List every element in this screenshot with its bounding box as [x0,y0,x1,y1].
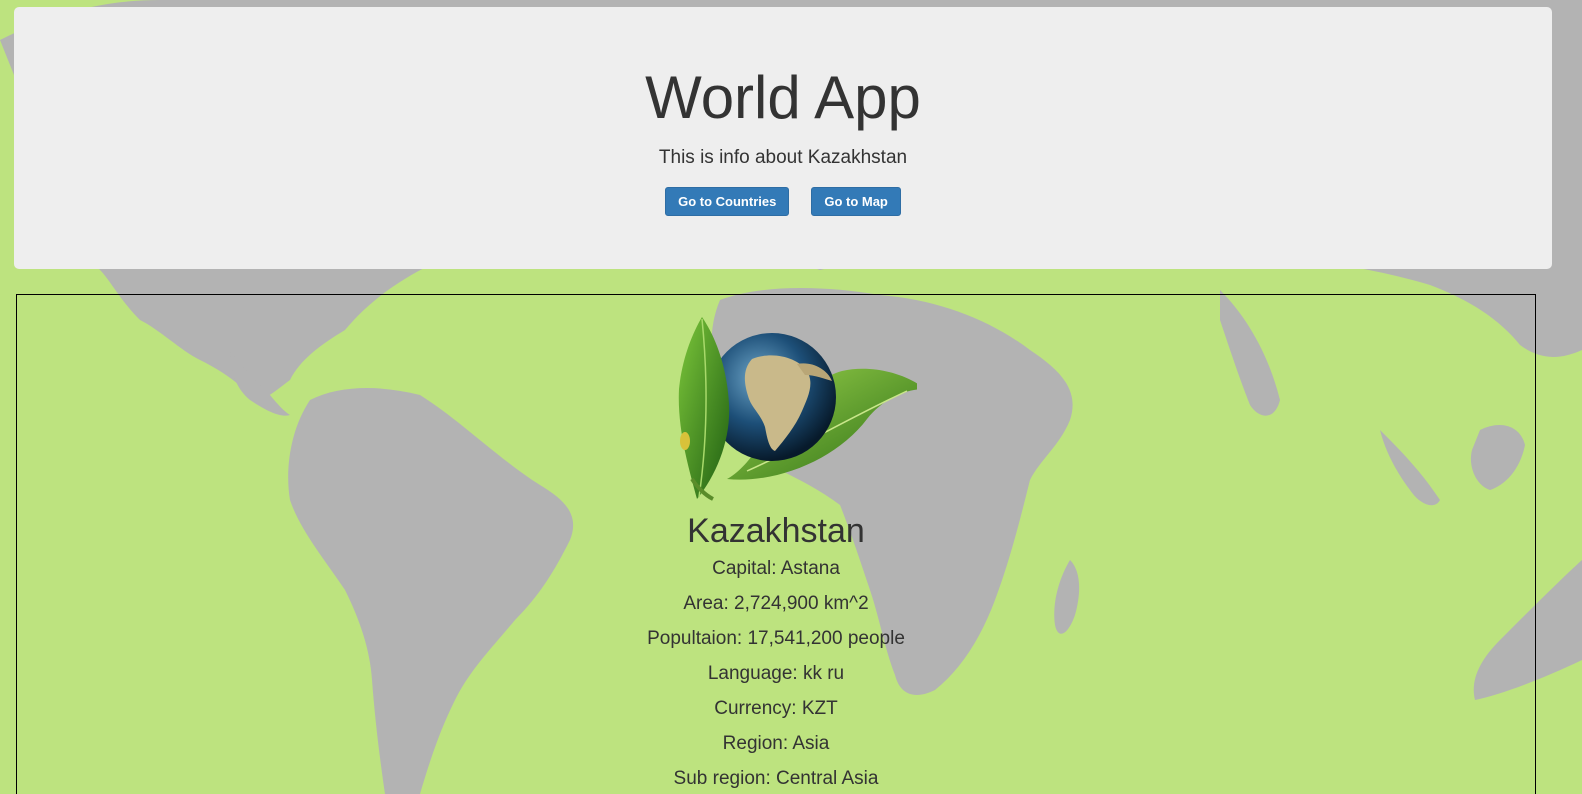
population-text: Popultaion: 17,541,200 people [647,628,905,649]
app-title: World App [645,64,921,131]
header-jumbotron: World App This is info about Kazakhstan … [14,7,1552,269]
capital-text: Capital: Astana [712,558,840,579]
country-name: Kazakhstan [687,512,865,550]
country-info-card: Kazakhstan Capital: Astana Area: 2,724,9… [16,294,1536,794]
subregion-text: Sub region: Central Asia [673,768,879,789]
country-details: Capital: Astana Area: 2,724,900 km^2 Pop… [17,557,1535,794]
app-subtitle: This is info about Kazakhstan [658,147,908,168]
nav-buttons: Go to Countries Go to Map [14,187,1552,216]
go-to-countries-button[interactable]: Go to Countries [665,187,790,216]
language-text: Language: kk ru [707,663,845,684]
go-to-map-button[interactable]: Go to Map [811,187,901,216]
area-text: Area: 2,724,900 km^2 [683,593,869,614]
globe-logo-image [678,317,917,501]
page: World App This is info about Kazakhstan … [0,0,1582,794]
currency-text: Currency: KZT [714,698,838,719]
region-text: Region: Asia [722,733,830,754]
